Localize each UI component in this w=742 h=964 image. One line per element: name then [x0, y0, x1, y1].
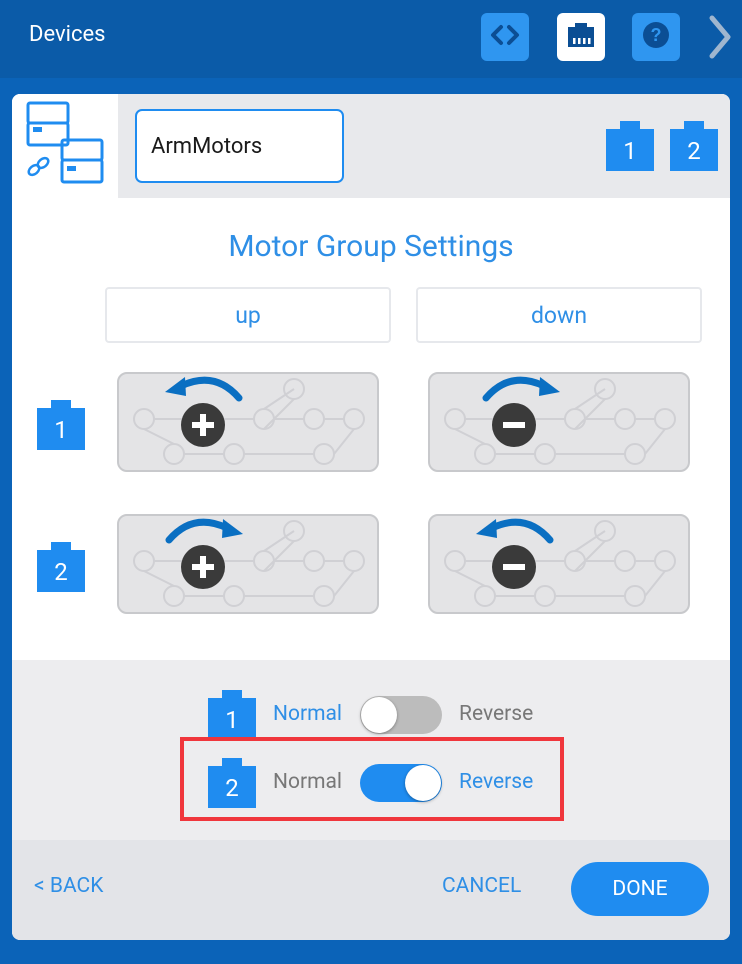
minus-icon: [492, 403, 536, 447]
devices-port-button[interactable]: [557, 13, 605, 61]
pattern-background: [133, 378, 365, 465]
reverse-toggle-1[interactable]: [360, 696, 442, 734]
motor-2-up-card[interactable]: [117, 514, 379, 614]
highlight-box: [180, 737, 564, 821]
reverse-row-badge-1: 1: [208, 690, 256, 740]
toggle-knob: [361, 697, 397, 733]
group-name-input[interactable]: ArmMotors: [135, 109, 344, 183]
motor-row-badge-1: 1: [37, 400, 85, 450]
port-badge-2: 2: [670, 121, 718, 171]
settings-title: Motor Group Settings: [228, 229, 514, 264]
reverse-label: Reverse: [459, 702, 534, 726]
motor-1-up-card[interactable]: [117, 372, 379, 472]
chevron-right-icon[interactable]: [704, 12, 736, 66]
group-header: ArmMotors 1 2: [12, 94, 730, 198]
rotate-clockwise-arrow: [482, 376, 560, 402]
motor-group-panel: ArmMotors 1 2 Motor Group Settings up do…: [12, 94, 730, 940]
done-button[interactable]: DONE: [571, 862, 709, 916]
back-button[interactable]: < BACK: [34, 874, 103, 898]
port-badge-1: 1: [606, 121, 654, 171]
plus-icon: [181, 545, 225, 589]
code-view-button[interactable]: [481, 13, 529, 61]
footer-bar: < BACK CANCEL DONE: [12, 840, 730, 940]
pattern-background: [444, 520, 676, 607]
rotate-clockwise-arrow: [165, 518, 243, 544]
rotate-counter-clockwise-arrow: [476, 518, 554, 544]
port-icon: [566, 21, 596, 53]
motor-1-down-card[interactable]: [428, 372, 690, 472]
pattern-background: [133, 520, 365, 607]
cancel-button[interactable]: CANCEL: [442, 874, 521, 898]
direction-label-down: down: [416, 287, 702, 343]
app-title: Devices: [29, 22, 106, 47]
rotate-counter-clockwise-arrow: [165, 376, 243, 402]
motor-group-icon: [12, 94, 118, 198]
motor-2-down-card[interactable]: [428, 514, 690, 614]
top-bar: Devices ?: [0, 0, 742, 78]
motor-row-badge-2: 2: [37, 542, 85, 592]
help-icon: ?: [641, 20, 671, 54]
help-button[interactable]: ?: [632, 13, 680, 61]
reverse-row-1: 1 Normal Reverse: [12, 690, 730, 740]
normal-label: Normal: [273, 702, 343, 726]
direction-label-up: up: [105, 287, 391, 343]
code-icon: [490, 24, 520, 50]
minus-icon: [492, 545, 536, 589]
svg-text:?: ?: [651, 25, 662, 45]
plus-icon: [181, 403, 225, 447]
